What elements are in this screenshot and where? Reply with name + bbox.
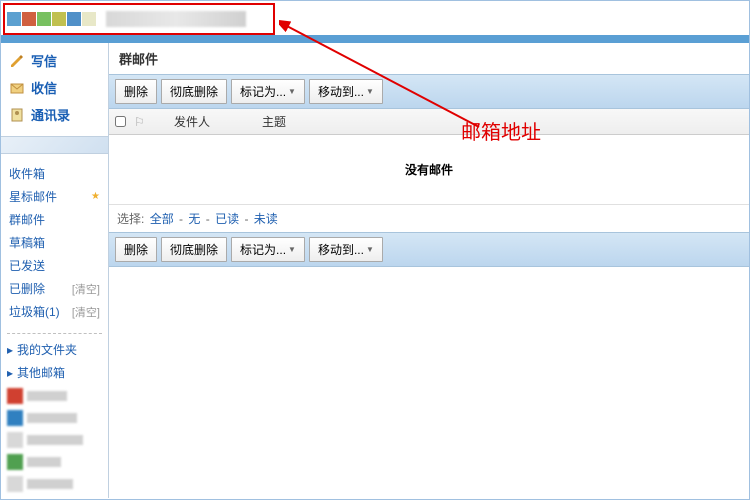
top-border-strip xyxy=(1,35,749,43)
empty-message: 没有邮件 xyxy=(109,135,749,204)
compose-icon xyxy=(9,53,25,69)
logo-blurred xyxy=(7,12,96,26)
group-my-folders[interactable]: ▸我的文件夹 xyxy=(1,338,108,361)
blurred-accounts xyxy=(1,384,108,496)
folder-sent[interactable]: 已发送 xyxy=(1,254,108,277)
move-to-button[interactable]: 移动到...▼ xyxy=(309,79,383,104)
page-title: 群邮件 xyxy=(109,43,749,74)
delete-button[interactable]: 删除 xyxy=(115,79,157,104)
receive-label: 收信 xyxy=(31,78,57,97)
folder-inbox[interactable]: 收件箱 xyxy=(1,162,108,185)
perm-delete-button[interactable]: 彻底删除 xyxy=(161,79,227,104)
chevron-down-icon: ▼ xyxy=(366,87,374,96)
star-icon: ★ xyxy=(91,191,100,202)
contacts-label: 通讯录 xyxy=(31,105,70,124)
receive-icon xyxy=(9,80,25,96)
toolbar-bottom: 删除 彻底删除 标记为...▼ 移动到...▼ xyxy=(109,232,749,267)
folder-starred[interactable]: 星标邮件★ xyxy=(1,185,108,208)
folder-drafts[interactable]: 草稿箱 xyxy=(1,231,108,254)
sidebar-divider xyxy=(7,333,102,334)
flag-icon: ⚐ xyxy=(134,115,146,129)
email-address-header xyxy=(3,3,275,35)
plus-icon: ▸ xyxy=(7,366,13,380)
mark-as-button[interactable]: 标记为...▼ xyxy=(231,79,305,104)
delete-button-2[interactable]: 删除 xyxy=(115,237,157,262)
toolbar-top: 删除 彻底删除 标记为...▼ 移动到...▼ xyxy=(109,74,749,109)
compose-label: 写信 xyxy=(31,51,57,70)
mail-list-header: ⚐ 发件人 主题 xyxy=(109,109,749,135)
perm-delete-button-2[interactable]: 彻底删除 xyxy=(161,237,227,262)
content-pane: 群邮件 删除 彻底删除 标记为...▼ 移动到...▼ ⚐ 发件人 主题 没有邮… xyxy=(109,43,749,498)
sidebar-separator xyxy=(1,136,108,154)
receive-button[interactable]: 收信 xyxy=(1,74,108,101)
plus-icon: ▸ xyxy=(7,343,13,357)
select-all-checkbox[interactable] xyxy=(115,116,126,127)
folder-group[interactable]: 群邮件 xyxy=(1,208,108,231)
email-address-blurred xyxy=(106,11,246,27)
select-unread[interactable]: 未读 xyxy=(254,212,278,226)
chevron-down-icon: ▼ xyxy=(288,87,296,96)
select-read[interactable]: 已读 xyxy=(215,212,239,226)
select-none[interactable]: 无 xyxy=(188,212,200,226)
contacts-icon xyxy=(9,107,25,123)
selection-row: 选择: 全部 - 无 - 已读 - 未读 xyxy=(109,204,749,232)
column-sender[interactable]: 发件人 xyxy=(154,113,234,130)
select-label: 选择: xyxy=(117,212,144,226)
chevron-down-icon: ▼ xyxy=(366,245,374,254)
folder-deleted[interactable]: 已删除[清空] xyxy=(1,277,108,300)
mark-as-button-2[interactable]: 标记为...▼ xyxy=(231,237,305,262)
compose-button[interactable]: 写信 xyxy=(1,47,108,74)
chevron-down-icon: ▼ xyxy=(288,245,296,254)
clear-spam[interactable]: [清空] xyxy=(72,304,100,320)
column-subject[interactable]: 主题 xyxy=(242,113,743,130)
move-to-button-2[interactable]: 移动到...▼ xyxy=(309,237,383,262)
group-other-mailbox[interactable]: ▸其他邮箱 xyxy=(1,361,108,384)
contacts-button[interactable]: 通讯录 xyxy=(1,101,108,128)
folder-spam[interactable]: 垃圾箱(1)[清空] xyxy=(1,300,108,323)
clear-deleted[interactable]: [清空] xyxy=(72,281,100,297)
sidebar: 写信 收信 通讯录 收件箱 星标邮件★ 群邮件 草稿箱 已发送 已删除[清空] … xyxy=(1,43,109,498)
select-all[interactable]: 全部 xyxy=(150,212,174,226)
